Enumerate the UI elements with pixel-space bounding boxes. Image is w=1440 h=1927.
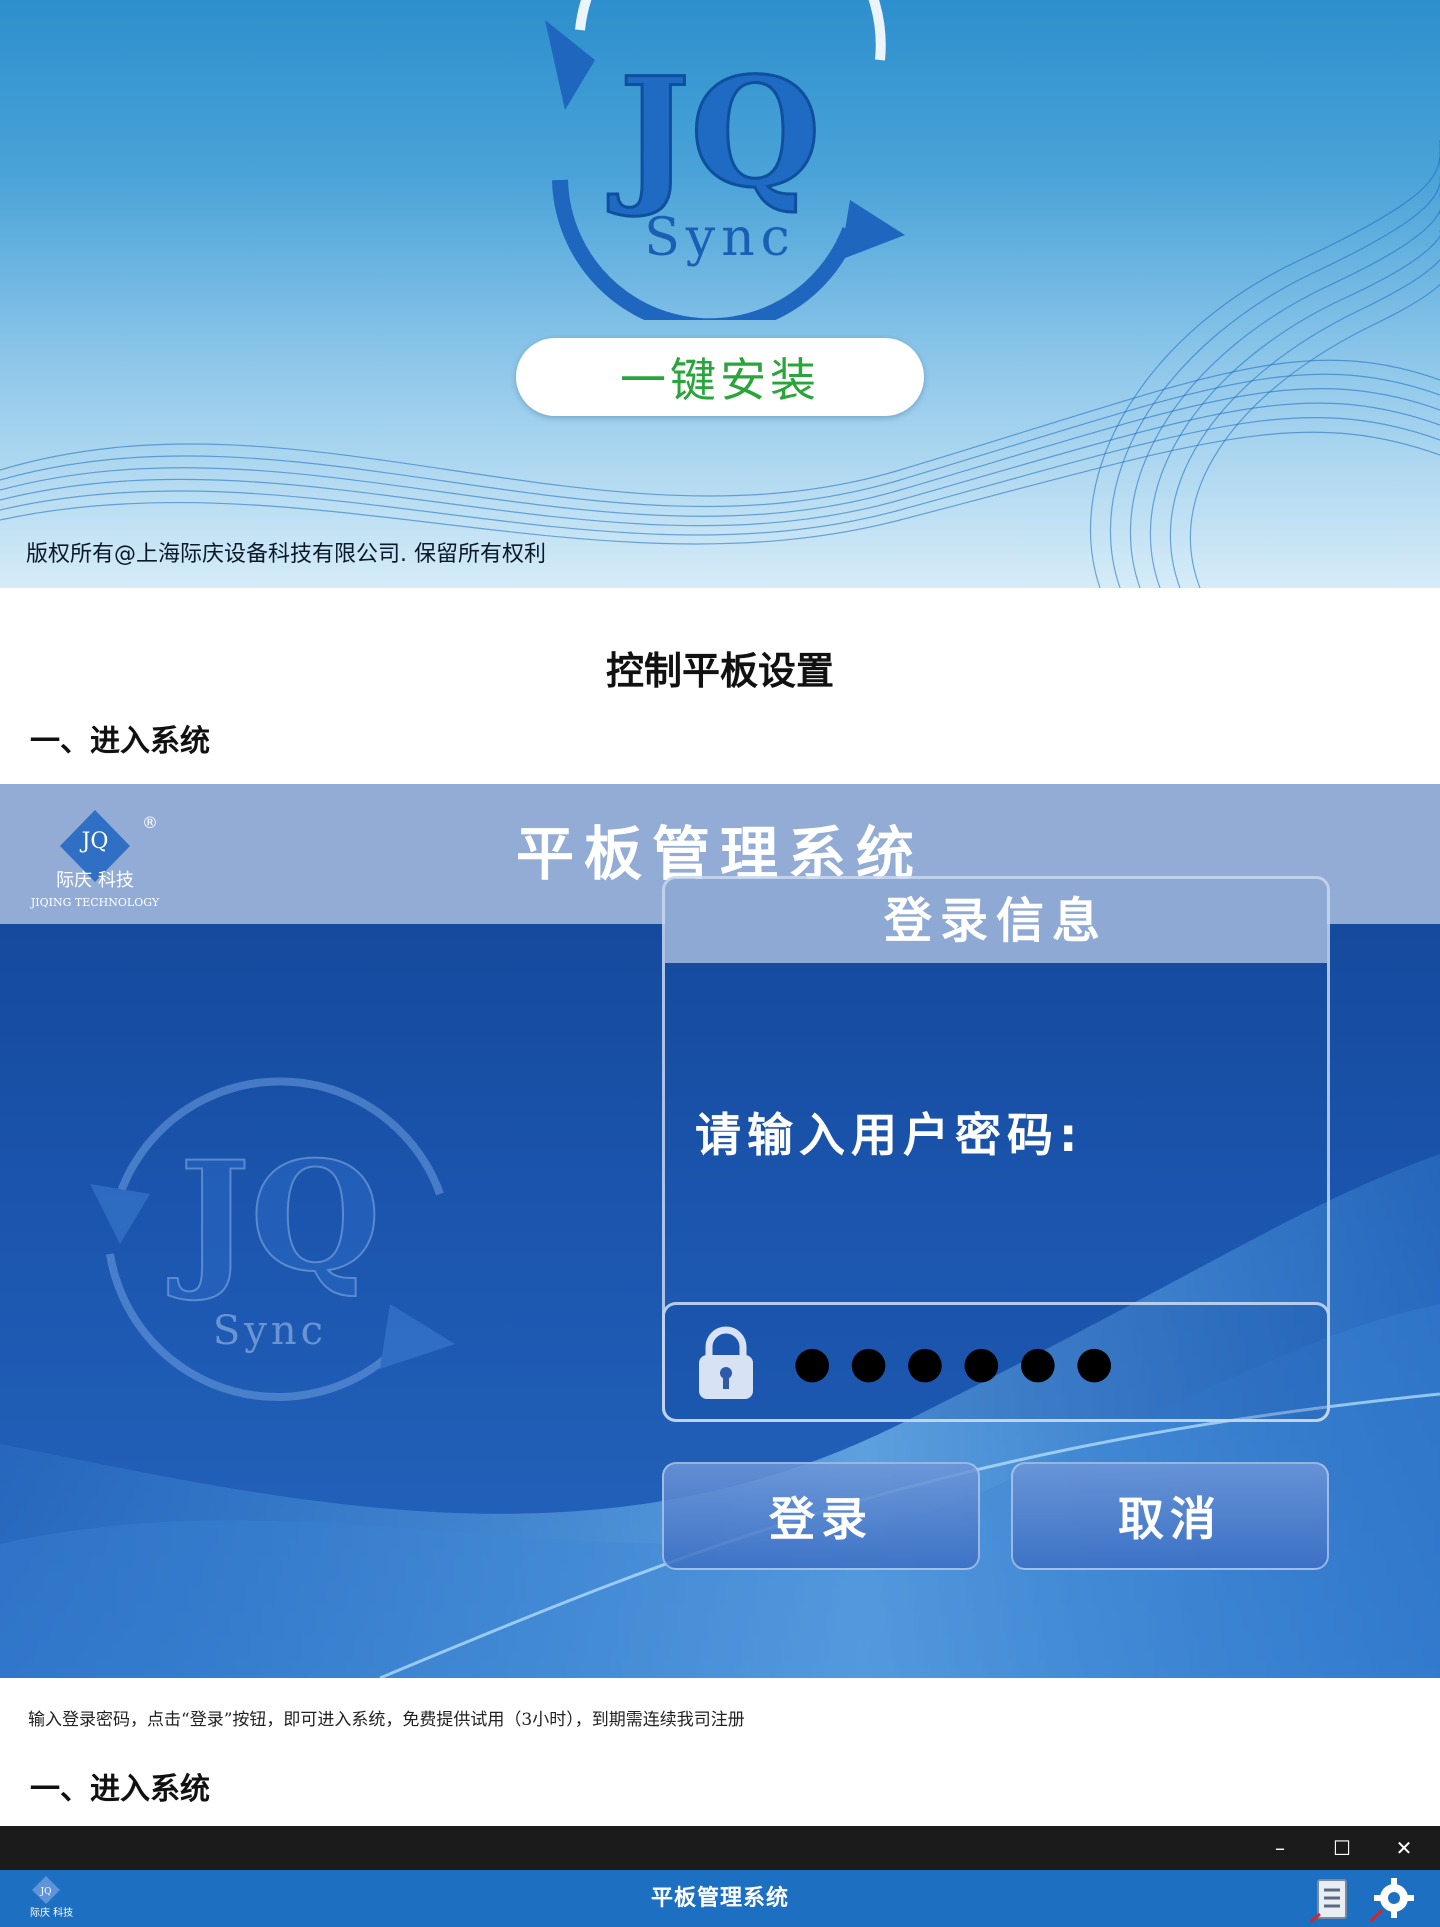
- section-heading-enter-system: 一、进入系统: [30, 724, 210, 759]
- app-window-screenshot: – ☐ ✕ JQ 际庆 科技 平板管理系统: [0, 1826, 1440, 1927]
- svg-text:Sync: Sync: [213, 1308, 327, 1354]
- section-heading-enter-system-2: 一、进入系统: [30, 1772, 210, 1807]
- cancel-button[interactable]: 取消: [1011, 1462, 1329, 1570]
- login-instruction-note: 输入登录密码，点击“登录”按钮，即可进入系统，免费提供试用（3小时），到期需连续…: [28, 1710, 745, 1730]
- app-header-title: 平板管理系统: [650, 1886, 789, 1911]
- minimize-button[interactable]: –: [1250, 1826, 1310, 1870]
- lock-icon: [699, 1326, 753, 1399]
- window-titlebar: – ☐ ✕: [0, 1826, 1440, 1870]
- login-info-title: 登录信息: [665, 879, 1327, 963]
- password-input[interactable]: ●●●●●●: [662, 1302, 1330, 1422]
- password-masked-value: ●●●●●●: [793, 1337, 1132, 1388]
- jq-sync-watermark: JQ Sync: [90, 1077, 455, 1402]
- document-title: 控制平板设置: [605, 648, 834, 693]
- svg-text:JQ: JQ: [168, 1129, 381, 1305]
- svg-text:Sync: Sync: [644, 208, 796, 268]
- close-button[interactable]: ✕: [1374, 1826, 1434, 1870]
- install-banner: JQ Sync 一键安装 版权所有@上海际庆设备科技有限公司. 保留所有权利: [0, 0, 1440, 588]
- copyright-text: 版权所有@上海际庆设备科技有限公司. 保留所有权利: [26, 542, 546, 567]
- app-header-bar: JQ 际庆 科技 平板管理系统: [0, 1870, 1440, 1927]
- gear-icon[interactable]: [1370, 1876, 1414, 1922]
- list-icon[interactable]: [1310, 1876, 1354, 1922]
- jq-sync-logo: JQ Sync: [545, 0, 905, 320]
- maximize-button[interactable]: ☐: [1312, 1826, 1372, 1870]
- password-label: 请输入用户密码:: [695, 1108, 1084, 1162]
- login-button[interactable]: 登录: [662, 1462, 980, 1570]
- svg-text:JQ: JQ: [608, 45, 821, 221]
- one-click-install-button[interactable]: 一键安装: [516, 338, 924, 416]
